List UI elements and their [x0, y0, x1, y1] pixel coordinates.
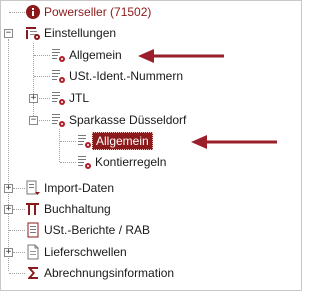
tree-line — [34, 76, 50, 77]
info-circle-icon — [26, 5, 40, 19]
ledger-table-icon — [26, 203, 39, 215]
tree-line — [60, 162, 76, 163]
tree-item-label: Sparkasse Düsseldorf — [69, 113, 187, 127]
tree-line — [9, 273, 25, 274]
tree-item-einstellungen[interactable]: Einstellungen — [25, 23, 119, 43]
settings-gear-doc-icon — [52, 92, 65, 105]
expand-toggle[interactable]: + — [4, 205, 13, 214]
tree-item-ust-berichte[interactable]: USt.-Berichte / RAB — [25, 220, 153, 240]
tree-line — [9, 230, 25, 231]
tree-line — [34, 55, 50, 56]
tree-item-allgemein-selected[interactable]: Allgemein — [76, 131, 153, 151]
tree-line — [13, 188, 25, 189]
tree-line — [8, 39, 9, 271]
tree-item-label: Powerseller (71502) — [44, 5, 152, 19]
annotation-arrow-icon — [138, 49, 224, 63]
settings-gear-doc-icon — [78, 156, 91, 169]
expand-toggle[interactable]: + — [4, 184, 13, 193]
settings-gear-doc-icon — [52, 114, 65, 127]
tree-item-allgemein[interactable]: Allgemein — [50, 45, 125, 65]
tree-item-label: Kontierregeln — [95, 155, 167, 169]
tree-item-label: Einstellungen — [44, 26, 117, 40]
tree-line — [39, 98, 50, 99]
tree-item-kontierregeln[interactable]: Kontierregeln — [76, 152, 169, 172]
tree-line — [13, 209, 25, 210]
sigma-icon — [28, 267, 38, 279]
tree-line — [39, 120, 50, 121]
expand-toggle[interactable]: + — [29, 94, 38, 103]
tree-line — [60, 141, 76, 142]
import-doc-icon — [26, 180, 40, 195]
tree-item-label: Allgemein — [92, 132, 153, 150]
settings-table-icon — [26, 27, 40, 40]
settings-gear-doc-icon — [52, 70, 65, 83]
tree-item-label: USt.-Berichte / RAB — [44, 223, 151, 237]
tree-item-label: USt.-Ident.-Nummern — [69, 69, 184, 83]
expand-toggle[interactable]: + — [4, 248, 13, 257]
tree-item-sparkasse[interactable]: Sparkasse Düsseldorf — [50, 110, 189, 130]
tree-line — [13, 252, 25, 253]
tree-item-label: JTL — [69, 91, 90, 105]
tree-item-powerseller[interactable]: Powerseller (71502) — [25, 2, 154, 22]
settings-gear-doc-icon — [78, 135, 91, 148]
tree-item-lieferschwellen[interactable]: Lieferschwellen — [25, 242, 130, 262]
tree-item-abrechnungsinformation[interactable]: Abrechnungsinformation — [25, 263, 177, 283]
tree-item-import-daten[interactable]: Import-Daten — [25, 178, 117, 198]
tree-item-label: Allgemein — [69, 48, 122, 62]
collapse-toggle[interactable]: − — [4, 29, 13, 38]
tree-item-buchhaltung[interactable]: Buchhaltung — [25, 199, 114, 219]
tree-item-label: Import-Daten — [44, 181, 115, 195]
document-icon — [27, 244, 39, 260]
tree-line — [9, 12, 25, 13]
annotation-arrow-icon — [191, 135, 277, 149]
collapse-toggle[interactable]: − — [29, 116, 38, 125]
tree-line — [59, 129, 60, 162]
tree-item-jtl[interactable]: JTL — [50, 88, 92, 108]
tree-panel: Powerseller (71502) − Einstellungen Allg… — [0, 0, 302, 291]
settings-gear-doc-icon — [52, 49, 65, 62]
tree-item-label: Buchhaltung — [44, 202, 111, 216]
report-doc-icon — [27, 222, 39, 238]
tree-item-label: Lieferschwellen — [44, 245, 127, 259]
tree-item-label: Abrechnungsinformation — [44, 266, 175, 280]
tree-item-ust-ident[interactable]: USt.-Ident.-Nummern — [50, 66, 186, 86]
